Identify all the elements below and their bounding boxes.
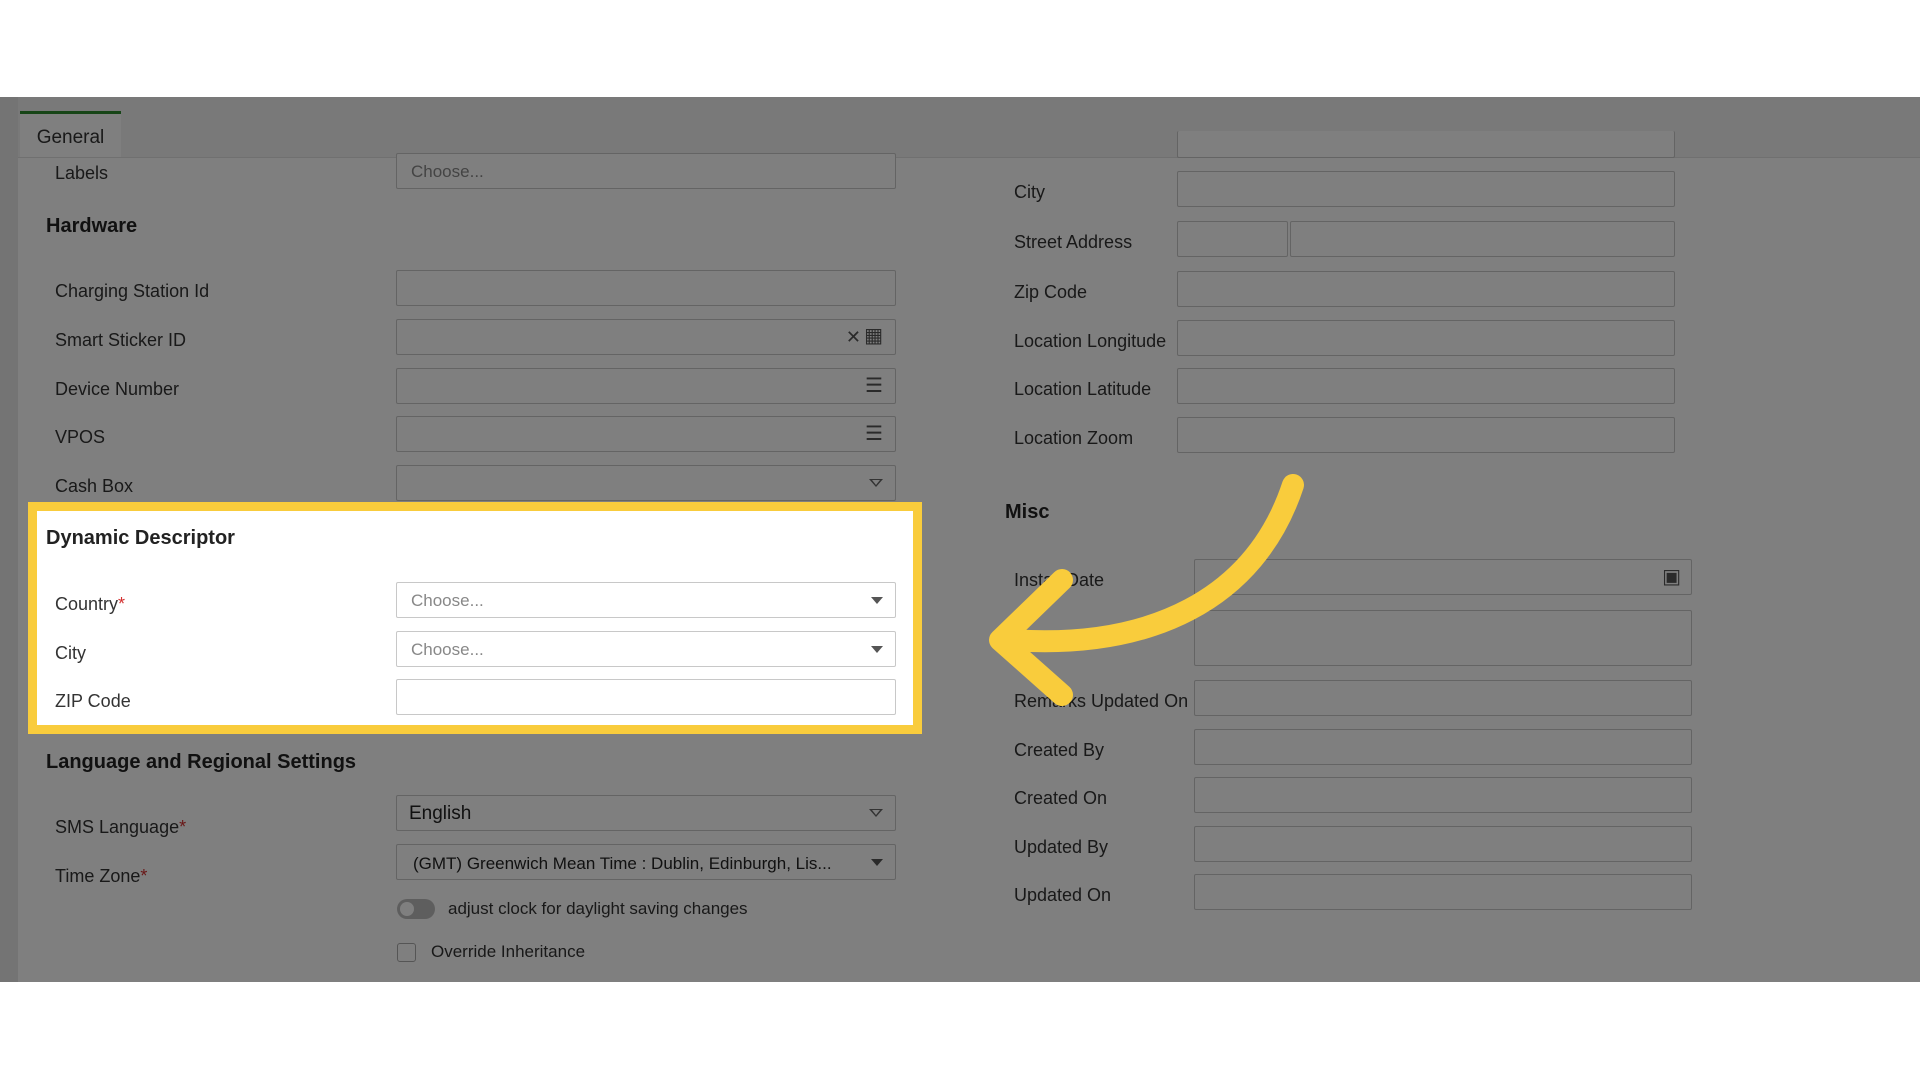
chevron-down-icon <box>869 809 883 817</box>
location-zoom-label: Location Zoom <box>1014 428 1134 448</box>
qr-code-icon[interactable]: ▦ <box>864 326 883 346</box>
dd-city-placeholder: Choose... <box>411 640 484 659</box>
labels-label: Labels <box>55 163 109 183</box>
time-zone-value: (GMT) Greenwich Mean Time : Dublin, Edin… <box>413 854 832 873</box>
labels-placeholder: Choose... <box>411 162 484 181</box>
created-by-input[interactable] <box>1194 729 1692 765</box>
dst-toggle-label: adjust clock for daylight saving changes <box>448 899 748 918</box>
zip-code-input[interactable] <box>1177 271 1675 307</box>
location-longitude-input[interactable] <box>1177 320 1675 356</box>
chevron-down-icon <box>871 597 883 604</box>
vpos-input[interactable]: ☰ <box>396 416 896 452</box>
updated-by-input[interactable] <box>1194 826 1692 862</box>
address-top-input[interactable] <box>1177 131 1675 158</box>
dd-city-select[interactable]: Choose... <box>396 631 896 667</box>
street-number-input[interactable] <box>1177 221 1288 257</box>
list-icon[interactable]: ☰ <box>865 424 883 444</box>
city-input[interactable] <box>1177 171 1675 207</box>
zip-code-label: Zip Code <box>1014 282 1088 302</box>
dynamic-descriptor-heading: Dynamic Descriptor <box>46 527 235 549</box>
dd-city-label: City <box>55 643 86 663</box>
tab-general[interactable]: General <box>20 111 121 157</box>
device-number-label: Device Number <box>55 379 180 399</box>
chevron-down-icon <box>869 479 883 487</box>
charging-station-id-label: Charging Station Id <box>55 281 210 301</box>
city-label: City <box>1014 182 1045 202</box>
cash-box-select[interactable] <box>396 465 896 501</box>
location-latitude-label: Location Latitude <box>1014 379 1152 399</box>
close-icon[interactable]: ✕ <box>846 328 861 346</box>
time-zone-label: Time Zone* <box>55 866 148 886</box>
labels-select[interactable]: Choose... <box>396 153 896 189</box>
language-settings-heading: Language and Regional Settings <box>46 751 357 773</box>
updated-on-label: Updated On <box>1014 885 1112 905</box>
override-inheritance-label: Override Inheritance <box>431 942 586 961</box>
created-on-input[interactable] <box>1194 777 1692 813</box>
chevron-down-icon <box>871 646 883 653</box>
smart-sticker-id-label: Smart Sticker ID <box>55 330 187 350</box>
install-date-input[interactable]: ▣ <box>1194 559 1692 595</box>
calendar-icon[interactable]: ▣ <box>1662 567 1681 587</box>
location-longitude-label: Location Longitude <box>1014 331 1167 351</box>
street-address-label: Street Address <box>1014 232 1133 252</box>
override-inheritance-checkbox[interactable] <box>397 943 416 962</box>
dd-zip-code-input[interactable] <box>396 679 896 715</box>
updated-on-input[interactable] <box>1194 874 1692 910</box>
updated-by-label: Updated By <box>1014 837 1109 857</box>
location-zoom-input[interactable] <box>1177 417 1675 453</box>
remarks-textarea[interactable] <box>1194 610 1692 666</box>
dst-toggle[interactable] <box>397 899 435 919</box>
cash-box-label: Cash Box <box>55 476 134 496</box>
remarks-updated-on-label: Remarks Updated On <box>1014 691 1189 711</box>
country-placeholder: Choose... <box>411 591 484 610</box>
time-zone-select[interactable]: (GMT) Greenwich Mean Time : Dublin, Edin… <box>396 844 896 880</box>
list-icon[interactable]: ☰ <box>865 376 883 396</box>
street-address-input[interactable] <box>1290 221 1675 257</box>
sms-language-select[interactable]: English <box>396 795 896 831</box>
created-by-label: Created By <box>1014 740 1105 760</box>
country-label: Country* <box>55 594 126 614</box>
location-latitude-input[interactable] <box>1177 368 1675 404</box>
sms-language-value: English <box>409 803 472 824</box>
misc-heading: Misc <box>1005 501 1050 523</box>
charging-station-id-input[interactable] <box>396 270 896 306</box>
vpos-label: VPOS <box>55 427 106 447</box>
country-select[interactable]: Choose... <box>396 582 896 618</box>
chevron-down-icon <box>871 859 883 866</box>
hardware-heading: Hardware <box>46 215 138 237</box>
install-date-label: Install Date <box>1014 570 1105 590</box>
dd-zip-code-label: ZIP Code <box>55 691 131 711</box>
remarks-updated-on-input[interactable] <box>1194 680 1692 716</box>
device-number-input[interactable]: ☰ <box>396 368 896 404</box>
smart-sticker-id-input[interactable]: ✕ ▦ <box>396 319 896 355</box>
sms-language-label: SMS Language* <box>55 817 187 837</box>
dynamic-descriptor-highlight: Dynamic Descriptor Country* Choose... Ci… <box>28 502 922 734</box>
created-on-label: Created On <box>1014 788 1108 808</box>
left-edge-strip <box>0 97 18 982</box>
